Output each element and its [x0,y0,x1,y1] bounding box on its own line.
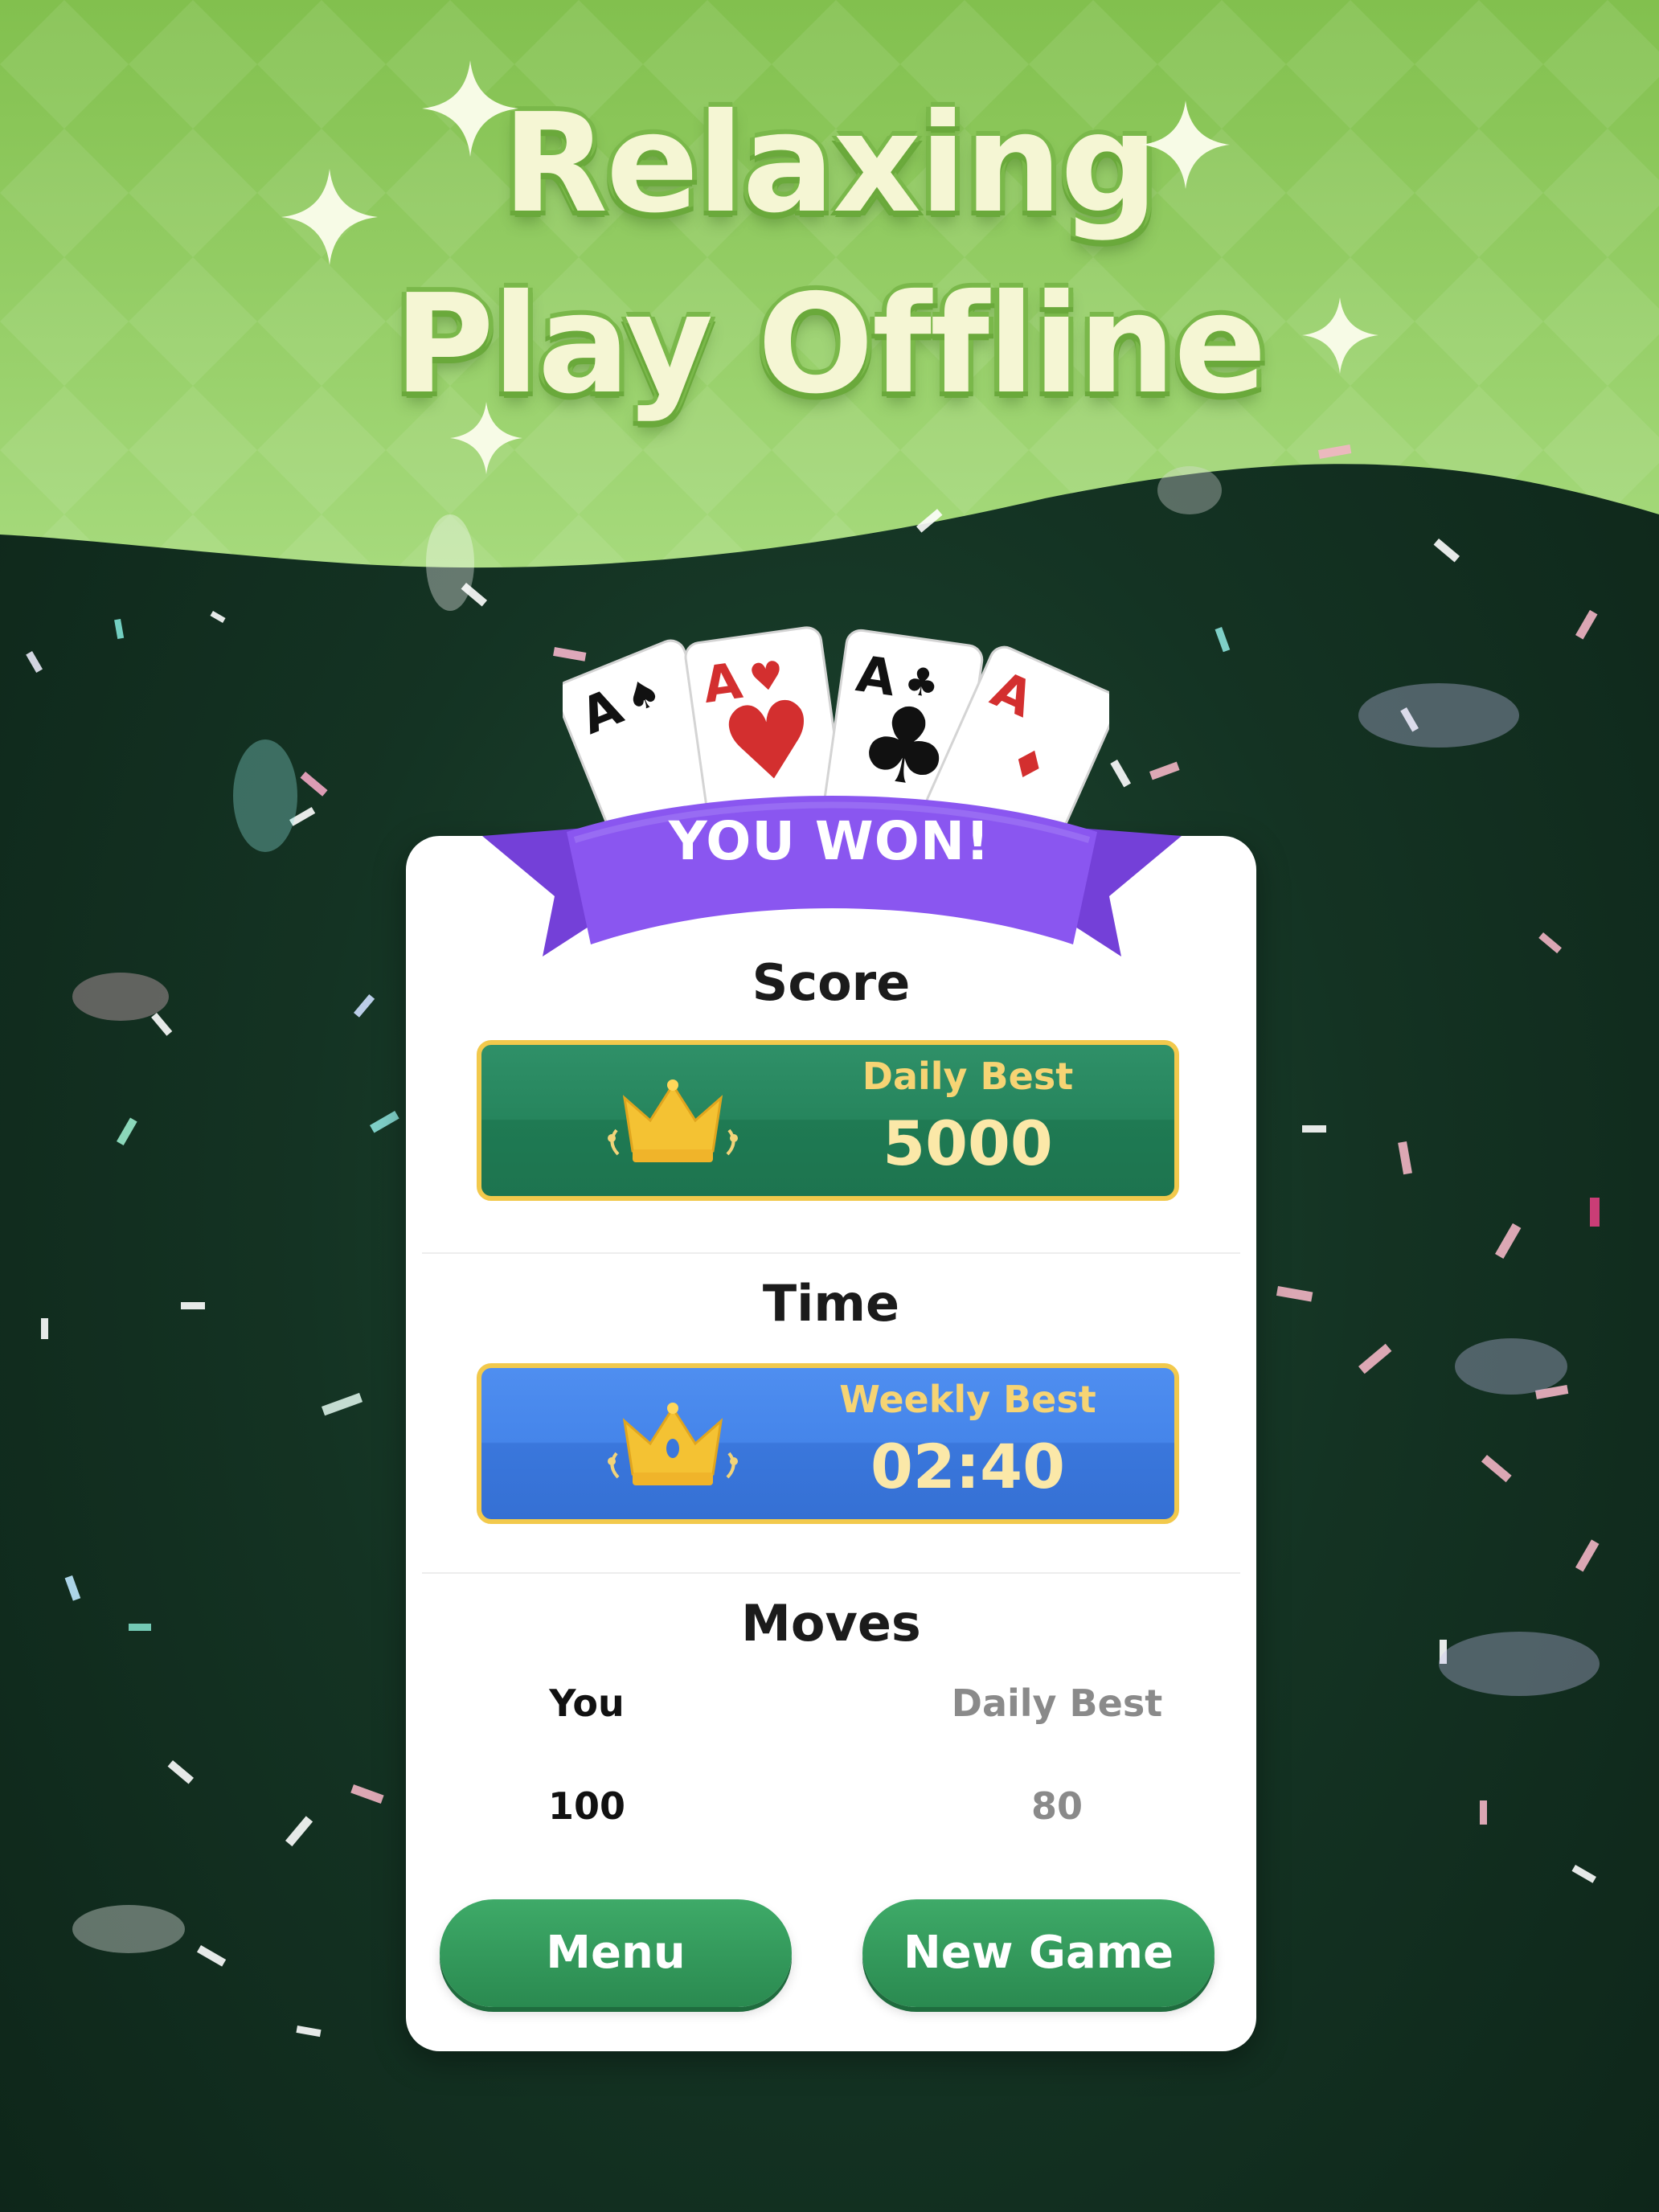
divider [422,1572,1240,1574]
score-title: Score [752,953,911,1012]
moves-best-label: Daily Best [951,1682,1163,1725]
crown-icon [608,1079,738,1162]
time-weekly-best-box: Weekly Best 02:40 [477,1363,1179,1524]
divider [422,1252,1240,1254]
score-daily-best-box: Daily Best 5000 [477,1040,1179,1201]
time-best-value: 02:40 [870,1431,1065,1502]
time-title: Time [762,1274,900,1333]
moves-title: Moves [741,1594,921,1653]
new-game-button[interactable]: New Game [862,1899,1215,2007]
score-best-label: Daily Best [862,1055,1074,1098]
crown-icon [608,1403,738,1485]
menu-button[interactable]: Menu [440,1899,792,2007]
moves-you-label: You [549,1682,625,1725]
score-best-value: 5000 [883,1108,1053,1179]
moves-you-value: 100 [547,1784,626,1828]
time-best-label: Weekly Best [839,1378,1096,1421]
moves-best-value: 80 [1030,1784,1083,1828]
you-won-banner: YOU WON! [668,810,991,872]
